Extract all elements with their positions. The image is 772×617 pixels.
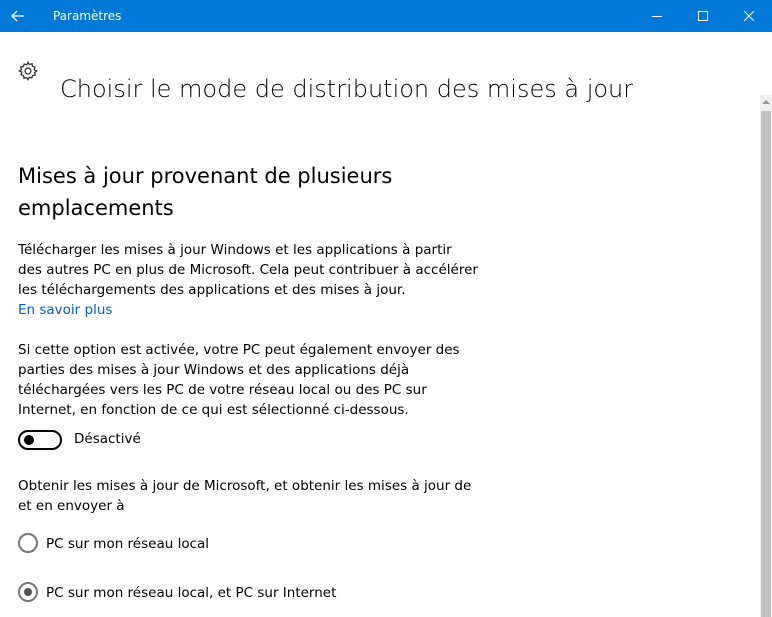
scroll-thumb[interactable] xyxy=(761,111,771,617)
back-arrow-icon xyxy=(11,10,24,22)
options-intro: Obtenir les mises à jour de Microsoft, e… xyxy=(18,478,472,514)
page-title: Choisir le mode de distribution des mise… xyxy=(60,75,634,104)
settings-content: Mises à jour provenant de plusieurs empl… xyxy=(18,160,478,602)
close-icon xyxy=(744,11,754,21)
toggle-knob xyxy=(24,435,34,445)
vertical-scrollbar[interactable] xyxy=(760,95,772,617)
radio-button[interactable] xyxy=(18,533,38,553)
chevron-up-icon xyxy=(762,100,770,104)
title-bar: Paramètres xyxy=(0,0,772,32)
maximize-icon xyxy=(698,11,708,21)
close-button[interactable] xyxy=(726,0,772,32)
maximize-button[interactable] xyxy=(680,0,726,32)
minimize-button[interactable] xyxy=(634,0,680,32)
radio-selected-dot xyxy=(24,588,32,596)
section-detail: Si cette option est activée, votre PC pe… xyxy=(18,342,460,418)
gear-icon xyxy=(17,60,39,82)
window-title: Paramètres xyxy=(53,9,122,23)
scroll-up-button[interactable] xyxy=(760,95,772,109)
radio-label: PC sur mon réseau local xyxy=(46,536,210,552)
radio-label: PC sur mon réseau local, et PC sur Inter… xyxy=(46,585,337,601)
toggle-state-label: Désactivé xyxy=(74,431,141,447)
learn-more-link[interactable]: En savoir plus xyxy=(18,300,112,320)
section-description: Télécharger les mises à jour Windows et … xyxy=(18,242,478,298)
back-button[interactable] xyxy=(0,0,36,32)
delivery-toggle[interactable] xyxy=(18,430,62,450)
minimize-icon xyxy=(652,16,662,17)
radio-button[interactable] xyxy=(18,582,38,602)
section-title: Mises à jour provenant de plusieurs empl… xyxy=(18,164,393,220)
